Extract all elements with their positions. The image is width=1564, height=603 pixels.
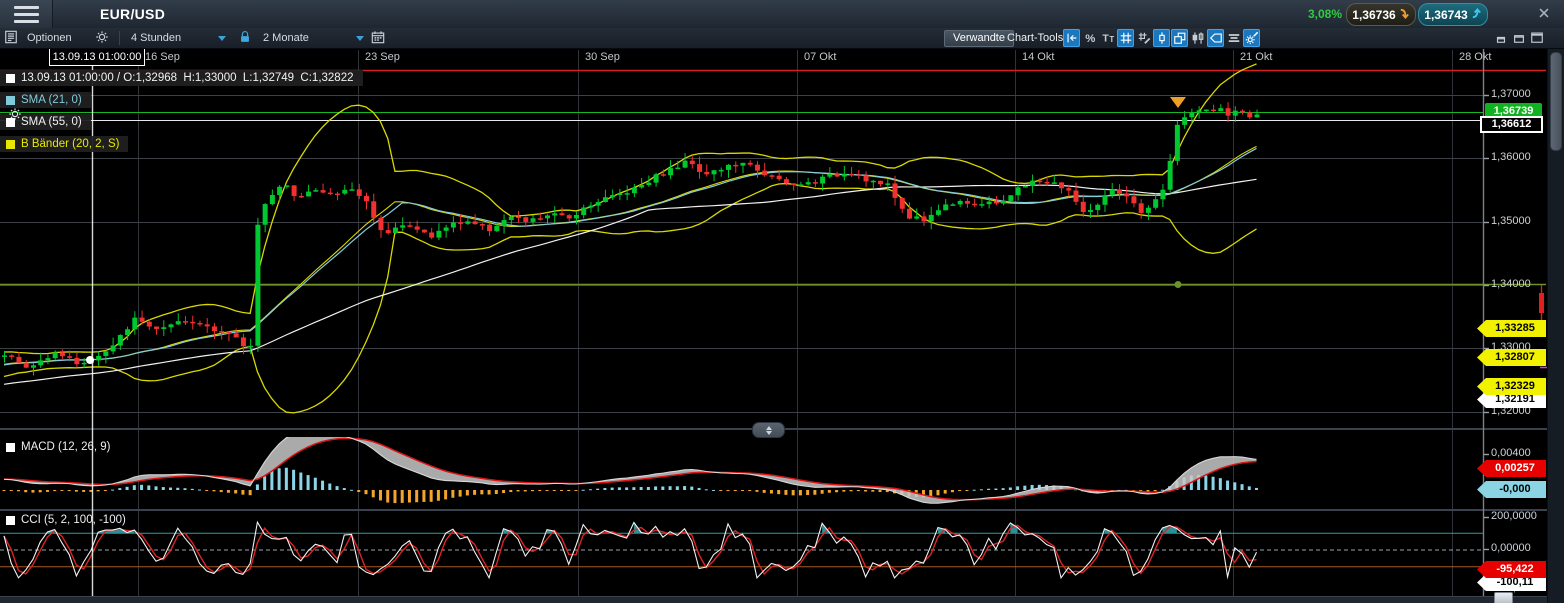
bottom-strip: [0, 597, 1548, 603]
layout-windows-icon[interactable]: [1171, 29, 1188, 47]
gear-icon[interactable]: [95, 30, 111, 46]
splitter-down-icon: [766, 431, 772, 435]
chart-tool-buttons: % TT: [1063, 29, 1260, 47]
gear-icon[interactable]: [8, 107, 24, 123]
tag-icon[interactable]: [1207, 29, 1224, 47]
legend-sma21[interactable]: SMA (21, 0): [0, 92, 91, 108]
trading-chart-window: 13.09.13 01:00:00 MACD (12, 26, 9) CCI (…: [0, 0, 1564, 603]
grid-icon[interactable]: [1117, 29, 1134, 47]
ohlc-readout-square-icon: [6, 74, 15, 83]
draw-grid-icon[interactable]: [1135, 29, 1152, 47]
options-button[interactable]: Optionen: [27, 32, 72, 44]
chart-tools-label: Chart-Tools: [1007, 32, 1063, 44]
macd-label[interactable]: MACD (12, 26, 9): [6, 441, 110, 453]
cci-label-text: CCI (5, 2, 100, -100): [21, 514, 126, 526]
window-large-icon[interactable]: [1530, 30, 1545, 46]
legend-sma55-text: SMA (55, 0): [21, 116, 82, 128]
chart-canvas[interactable]: [0, 0, 1564, 603]
text-tool-icon[interactable]: TT: [1099, 29, 1116, 47]
ohlc-readout[interactable]: 13.09.13 01:00:00 / O:1,32968 H:1,33000 …: [0, 70, 363, 86]
symbol-title: EUR/USD: [100, 6, 165, 22]
related-button[interactable]: Verwandte: [944, 30, 1014, 47]
lock-icon[interactable]: [238, 30, 254, 46]
window-medium-icon[interactable]: [1512, 30, 1527, 46]
dock-left-icon[interactable]: [1063, 29, 1080, 47]
window-size-controls: [1494, 30, 1545, 46]
cci-label[interactable]: CCI (5, 2, 100, -100): [6, 514, 126, 526]
macd-square-icon: [6, 443, 15, 452]
chevron-down-icon[interactable]: [218, 36, 226, 41]
macd-label-text: MACD (12, 26, 9): [21, 441, 110, 453]
sell-price-value: 1,36736: [1352, 8, 1395, 22]
window-small-icon[interactable]: [1494, 30, 1509, 46]
svg-text:%: %: [1085, 33, 1095, 45]
legend-bbands[interactable]: B Bänder (20, 2, S): [0, 136, 128, 152]
corner-panel-icon[interactable]: [1494, 592, 1513, 603]
legend-sma21-text: SMA (21, 0): [21, 94, 82, 106]
compare-candles-icon[interactable]: [1189, 29, 1206, 47]
vertical-scrollbar[interactable]: [1547, 48, 1564, 603]
percent-icon[interactable]: %: [1081, 29, 1098, 47]
range-select[interactable]: 2 Monate: [263, 32, 309, 44]
sell-price-button[interactable]: 1,36736: [1346, 3, 1416, 26]
svg-text:T: T: [1109, 35, 1114, 44]
toolbar-separator: [119, 31, 120, 45]
change-percent: 3,08%: [1308, 7, 1342, 21]
buy-price-value: 1,36743: [1424, 8, 1467, 22]
arrow-down-icon: [1399, 8, 1410, 22]
calendar-icon[interactable]: [371, 30, 387, 46]
close-icon[interactable]: [1537, 6, 1554, 23]
chart-toolbar: Optionen 4 Stunden 2 Monate Verwandte Ch…: [0, 28, 1564, 49]
interval-select[interactable]: 4 Stunden: [131, 32, 181, 44]
ohlc-readout-text: 13.09.13 01:00:00 / O:1,32968 H:1,33000 …: [21, 72, 354, 84]
menu-button[interactable]: [0, 0, 53, 28]
align-lines-icon[interactable]: [1225, 29, 1242, 47]
legend-bbands-square-icon: [6, 140, 15, 149]
splitter-up-icon: [766, 426, 772, 430]
scrollbar-thumb[interactable]: [1550, 52, 1562, 151]
candle-style-icon[interactable]: [1153, 29, 1170, 47]
cci-square-icon: [6, 516, 15, 525]
buy-price-button[interactable]: 1,36743: [1418, 3, 1488, 26]
legend-bbands-text: B Bänder (20, 2, S): [21, 138, 119, 150]
panel-splitter-handle[interactable]: [752, 422, 785, 438]
draw-settings-icon[interactable]: [1243, 29, 1260, 47]
title-bar: EUR/USD 3,08% 1,36736 1,36743: [0, 0, 1564, 29]
list-icon[interactable]: [4, 30, 20, 46]
chevron-down-icon[interactable]: [356, 36, 364, 41]
svg-text:T: T: [1102, 33, 1109, 45]
legend-sma21-square-icon: [6, 96, 15, 105]
arrow-up-icon: [1471, 8, 1482, 22]
